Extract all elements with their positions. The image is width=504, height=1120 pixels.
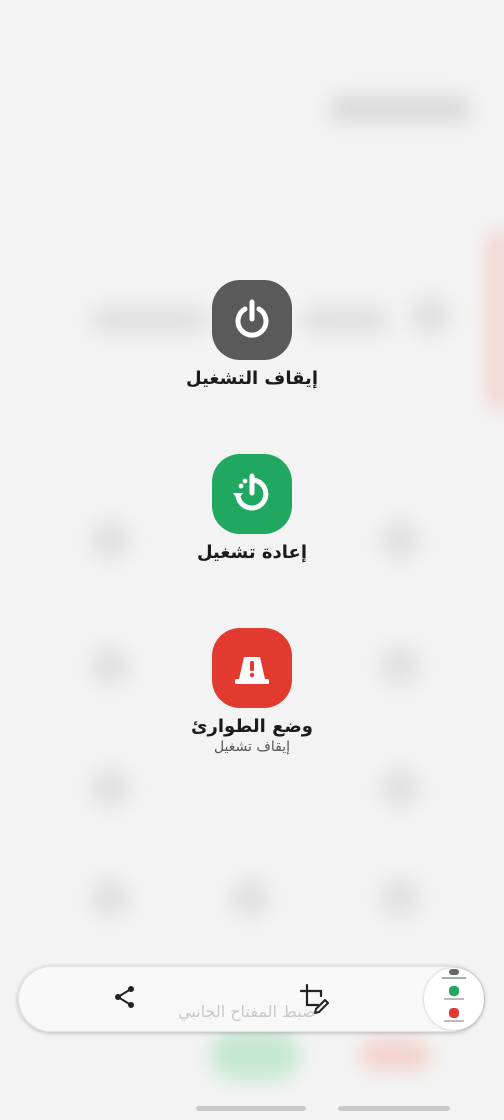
emergency-icon: [212, 628, 292, 708]
screenshot-thumbnail[interactable]: [424, 968, 484, 1030]
emergency-mode-option[interactable]: وضع الطوارئ إيقاف تشغيل: [0, 628, 504, 755]
power-off-option[interactable]: إيقاف التشغيل: [0, 280, 504, 389]
edit-screenshot-button[interactable]: [292, 978, 336, 1022]
background-accent: [210, 1030, 300, 1080]
background-title: [330, 96, 470, 122]
background-tile: [230, 878, 270, 918]
restart-label: إعادة تشغيل: [196, 542, 307, 563]
emergency-mode-label: وضع الطوارئ: [191, 716, 313, 737]
background-tile: [90, 768, 130, 808]
power-icon: [212, 280, 292, 360]
share-button[interactable]: [104, 978, 146, 1020]
background-accent: [360, 1040, 430, 1070]
restart-option[interactable]: إعادة تشغيل: [0, 454, 504, 563]
background-tile: [380, 878, 420, 918]
screenshot-toolbar: [18, 966, 484, 1032]
crop-edit-icon: [298, 982, 330, 1018]
background-tile: [90, 878, 130, 918]
background-tile: [380, 768, 420, 808]
emergency-mode-sublabel: إيقاف تشغيل: [213, 739, 291, 755]
power-off-label: إيقاف التشغيل: [186, 368, 318, 389]
navigation-handle[interactable]: [196, 1106, 306, 1111]
restart-icon: [212, 454, 292, 534]
share-icon: [112, 984, 138, 1014]
navigation-handle[interactable]: [338, 1106, 450, 1111]
